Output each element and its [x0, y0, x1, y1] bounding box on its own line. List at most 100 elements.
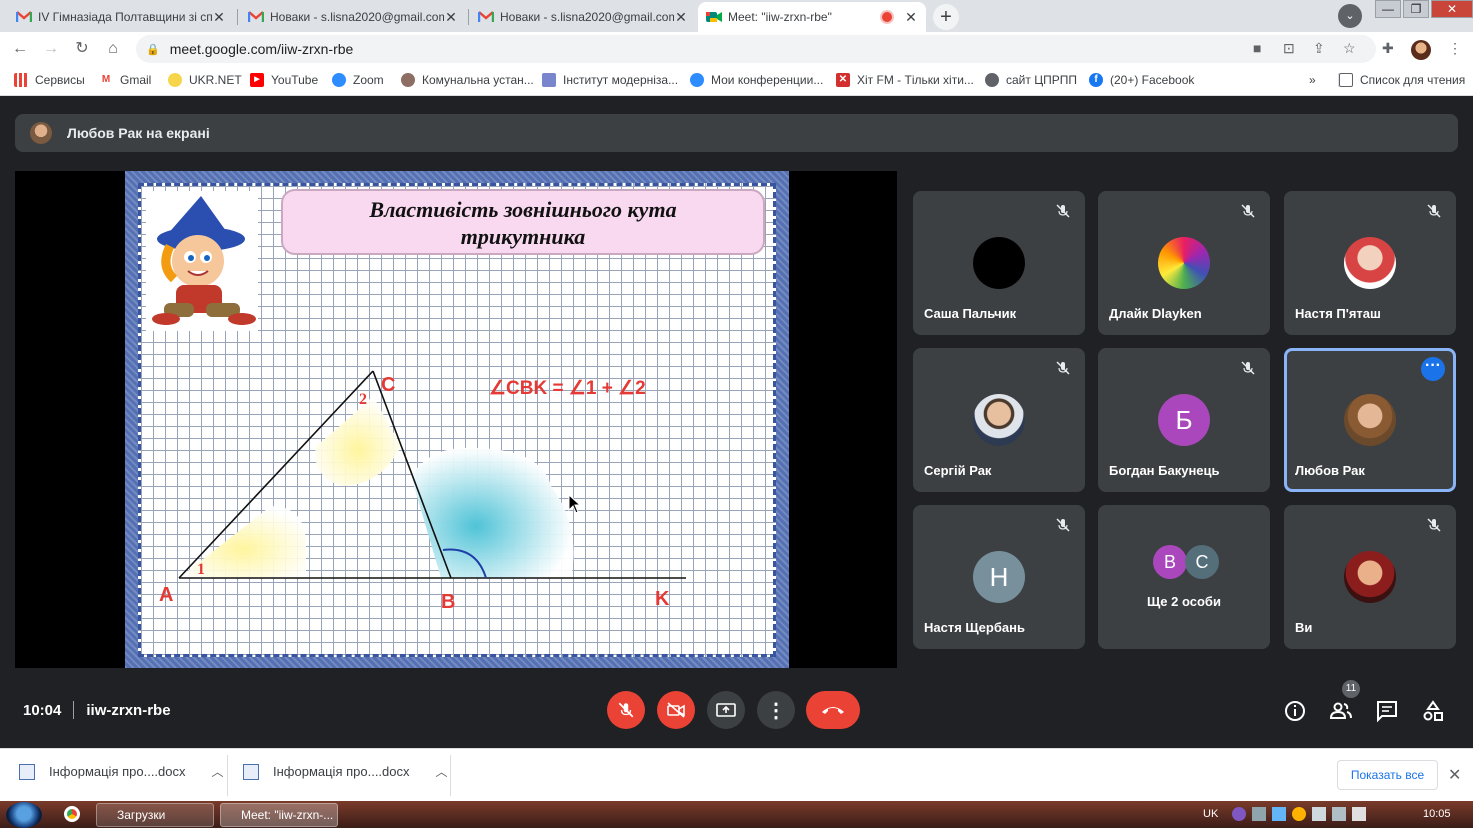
activities-icon[interactable] — [1421, 699, 1445, 723]
menu-icon[interactable]: ⋮ — [1448, 40, 1462, 57]
overflow-label: » — [1309, 73, 1316, 87]
restore-button[interactable]: ❐ — [1403, 0, 1429, 18]
participant-tile[interactable]: Н Настя Щербань — [913, 505, 1085, 649]
label-k: K — [655, 588, 670, 610]
viber-icon[interactable] — [1232, 807, 1246, 821]
more-options-button[interactable]: ··· — [1421, 357, 1445, 381]
language-indicator[interactable]: UK — [1203, 808, 1218, 820]
network-icon[interactable] — [1312, 807, 1326, 821]
presentation-stage[interactable]: Властивість зовнішнього кута трикутника — [15, 171, 897, 668]
forward-button[interactable]: → — [41, 39, 61, 59]
site-icon — [401, 73, 415, 87]
bookmark-zoom[interactable]: Zoom — [332, 73, 384, 87]
volume-icon[interactable] — [1332, 807, 1346, 821]
ukrnet-icon — [168, 73, 182, 87]
tab-title: Новаки - s.lisna2020@gmail.com — [270, 10, 444, 24]
bookmark-hitfm[interactable]: ✕ Хіт FM - Тільки хіти... — [836, 73, 974, 87]
bookmark-facebook[interactable]: f (20+) Facebook — [1089, 73, 1194, 87]
more-options-button[interactable]: ⋮ — [757, 691, 795, 729]
tab-novaky-1[interactable]: Новаки - s.lisna2020@gmail.com ✕ — [240, 2, 466, 32]
leave-call-button[interactable] — [806, 691, 860, 729]
back-button[interactable]: ← — [10, 39, 30, 59]
tab-divider — [237, 9, 238, 25]
people-icon[interactable] — [1329, 699, 1353, 723]
bookmark-conferences[interactable]: Мои конференции... — [690, 73, 823, 87]
bookmark-ukrnet[interactable]: UKR.NET — [168, 73, 242, 87]
chat-icon[interactable] — [1375, 699, 1399, 723]
mic-muted-icon — [1056, 204, 1070, 218]
mic-toggle-button[interactable] — [607, 691, 645, 729]
participant-tile[interactable]: Настя П'яташ — [1284, 191, 1456, 335]
tab-novaky-2[interactable]: Новаки - s.lisna2020@gmail.com ✕ — [470, 2, 696, 32]
close-icon[interactable]: ✕ — [904, 9, 918, 26]
participant-avatar — [1158, 237, 1210, 289]
label-angle2: 2 — [359, 391, 367, 408]
start-button[interactable] — [6, 802, 42, 828]
translate-icon[interactable]: ⊡ — [1283, 40, 1295, 57]
extensions-icon[interactable]: ✚ — [1382, 40, 1394, 57]
avatar-letter: Б — [1175, 405, 1193, 435]
close-icon[interactable]: ✕ — [212, 9, 226, 26]
participant-tile[interactable]: Длайк Dlayken — [1098, 191, 1270, 335]
present-screen-button[interactable] — [707, 691, 745, 729]
close-icon[interactable]: ✕ — [674, 9, 688, 26]
mic-muted-icon — [1056, 361, 1070, 375]
close-icon[interactable]: ✕ — [444, 9, 458, 26]
bookmark-komunalna[interactable]: Комунальна устан... — [401, 73, 534, 87]
chevron-up-icon[interactable]: ︿ — [436, 763, 448, 780]
bookmark-gmail[interactable]: M Gmail — [99, 73, 151, 87]
participant-tile[interactable]: Б Богдан Бакунець — [1098, 348, 1270, 492]
camera-toggle-button[interactable] — [657, 691, 695, 729]
meeting-info-icon[interactable] — [1283, 699, 1307, 723]
download-item[interactable]: Інформація про....docx ︿ — [243, 763, 448, 780]
chevron-up-icon[interactable]: ︿ — [212, 763, 224, 780]
tab-search-button[interactable]: ⌄ — [1338, 4, 1362, 28]
bookmark-youtube[interactable]: ▶ YouTube — [250, 73, 318, 87]
share-icon[interactable]: ⇪ — [1313, 40, 1325, 57]
bookmark-label: UKR.NET — [189, 73, 242, 87]
reading-list-icon — [1339, 73, 1353, 87]
triangle-diagram: A B C K 1 2 ∠CBK = ∠1 + ∠2 — [159, 370, 686, 613]
participant-tile-others[interactable]: В С Ще 2 особи — [1098, 505, 1270, 649]
bookmark-cprpp[interactable]: сайт ЦПРПП — [985, 73, 1077, 87]
hitfm-icon: ✕ — [836, 73, 850, 87]
label-angle1: 1 — [197, 561, 205, 578]
bookmark-star-icon[interactable]: ☆ — [1343, 40, 1356, 57]
presenter-banner: Любов Рак на екрані — [15, 114, 1458, 152]
tab-meet[interactable]: Meet: "iiw-zrxn-rbe" ✕ — [698, 2, 926, 32]
tab-gymnasiad[interactable]: IV Гімназіада Полтавщини зі сп ✕ — [8, 2, 234, 32]
new-tab-button[interactable]: + — [933, 4, 959, 30]
bookmark-imzo[interactable]: Інститут модерніза... — [542, 73, 678, 87]
hang-up-icon — [822, 707, 844, 714]
participant-name: Богдан Бакунець — [1109, 463, 1220, 478]
flag-icon[interactable] — [1352, 807, 1366, 821]
minimize-button[interactable]: — — [1375, 0, 1401, 18]
mic-off-icon — [618, 702, 634, 718]
address-bar[interactable]: 🔒 meet.google.com/iiw-zrxn-rbe — [136, 35, 1376, 63]
reload-button[interactable]: ↻ — [72, 39, 92, 59]
participant-tile-self[interactable]: Ви — [1284, 505, 1456, 649]
participant-tile[interactable]: Сергій Рак — [913, 348, 1085, 492]
exterior-angle-shading — [411, 447, 574, 578]
tray-app-icon[interactable] — [1292, 807, 1306, 821]
close-downloads-icon[interactable]: ✕ — [1448, 765, 1461, 785]
tray-app-icon[interactable] — [1252, 807, 1266, 821]
bookmark-services[interactable]: Сервисы — [14, 73, 85, 87]
participant-tile-active[interactable]: ··· Любов Рак — [1284, 348, 1456, 492]
reading-list-button[interactable]: Список для чтения — [1338, 73, 1465, 87]
taskbar-clock[interactable]: 10:05 — [1423, 808, 1451, 820]
home-button[interactable]: ⌂ — [103, 39, 123, 59]
bookmarks-overflow-button[interactable]: » — [1309, 73, 1316, 87]
participant-tile[interactable]: Саша Пальчик — [913, 191, 1085, 335]
download-item[interactable]: Інформація про....docx ︿ — [19, 763, 224, 780]
show-all-downloads-button[interactable]: Показать все — [1337, 760, 1438, 790]
taskbar-app-meet[interactable]: Meet: "iiw-zrxn-... — [220, 803, 338, 827]
window-close-button[interactable]: ✕ — [1431, 0, 1473, 18]
camera-icon[interactable]: ■ — [1253, 40, 1261, 56]
taskbar-app-downloads[interactable]: Загрузки — [96, 803, 214, 827]
recording-icon — [882, 12, 892, 22]
participants-count-badge: 11 — [1342, 680, 1360, 698]
profile-avatar[interactable] — [1411, 40, 1431, 60]
tray-app-icon[interactable] — [1272, 807, 1286, 821]
chrome-icon[interactable] — [64, 806, 80, 822]
